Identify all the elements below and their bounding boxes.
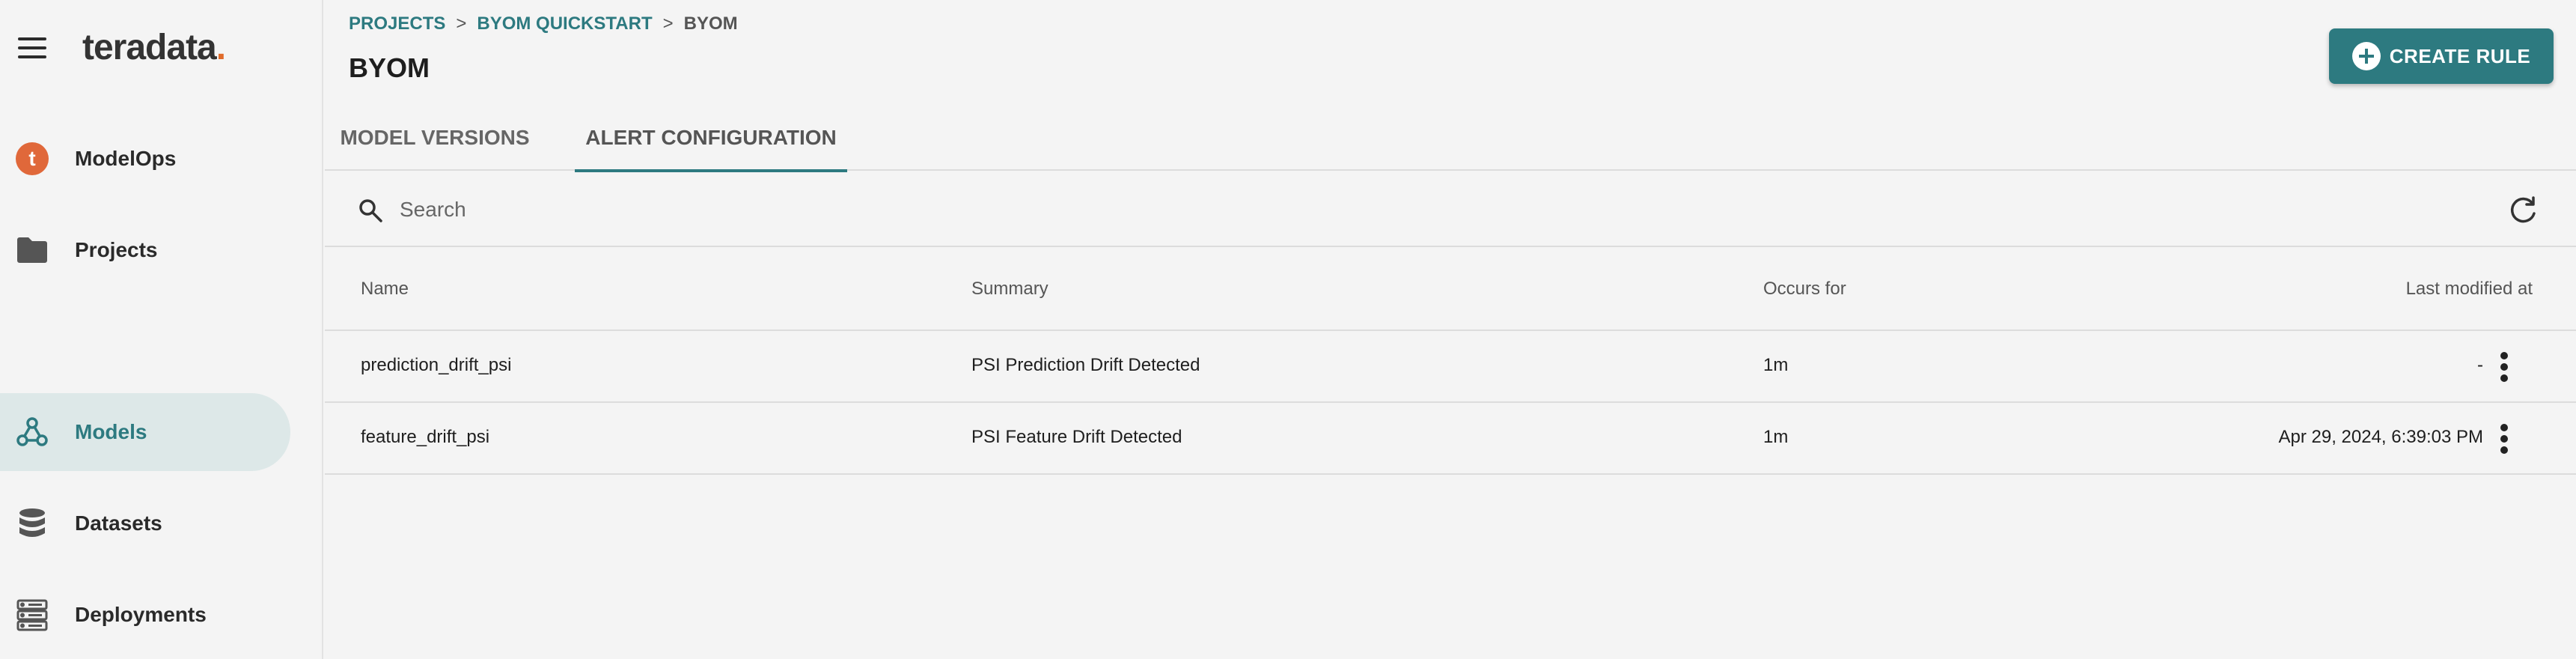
refresh-icon[interactable] [2506, 193, 2540, 228]
tab-bar: MODEL VERSIONS ALERT CONFIGURATION [325, 105, 2576, 172]
sidebar-item-label: Models [75, 420, 147, 443]
cell-last-modified: - [2477, 355, 2483, 375]
alert-rules-table: Name Summary Occurs for Last modified at… [325, 249, 2576, 475]
database-icon [15, 506, 49, 541]
cell-summary: PSI Feature Drift Detected [971, 427, 1182, 447]
create-rule-label: CREATE RULE [2389, 44, 2531, 67]
cell-summary: PSI Prediction Drift Detected [971, 355, 1200, 375]
breadcrumb-current: BYOM [683, 13, 738, 34]
cell-occurs-for: 1m [1763, 427, 1789, 447]
breadcrumb: PROJECTS > BYOM QUICKSTART > BYOM [349, 13, 738, 34]
table-row[interactable]: prediction_drift_psi PSI Prediction Drif… [325, 331, 2576, 403]
column-header-occurs-for[interactable]: Occurs for [1763, 279, 1846, 300]
teradata-t-icon: t [15, 142, 49, 176]
column-header-summary[interactable]: Summary [971, 279, 1049, 300]
table-row[interactable]: feature_drift_psi PSI Feature Drift Dete… [325, 403, 2576, 475]
sidebar-item-projects[interactable]: Projects [0, 211, 290, 289]
table-header: Name Summary Occurs for Last modified at [325, 249, 2576, 331]
cell-last-modified: Apr 29, 2024, 6:39:03 PM [2278, 427, 2483, 447]
search-input[interactable] [400, 192, 2420, 228]
sidebar-item-datasets[interactable]: Datasets [0, 485, 290, 562]
page-title: BYOM [349, 52, 430, 83]
tab-model-versions[interactable]: MODEL VERSIONS [325, 105, 545, 171]
column-header-last-modified[interactable]: Last modified at [2308, 279, 2533, 300]
app-root: teradata. t ModelOps Projects Models Dat… [0, 0, 2576, 659]
tab-alert-configuration[interactable]: ALERT CONFIGURATION [575, 105, 847, 172]
search-bar [325, 172, 2576, 247]
sidebar-item-modelops[interactable]: t ModelOps [0, 120, 290, 198]
breadcrumb-separator: > [662, 13, 674, 34]
add-circle-icon [2351, 42, 2381, 70]
sidebar-item-deployments[interactable]: Deployments [0, 576, 290, 654]
webhook-icon [15, 415, 49, 449]
sidebar-item-label: ModelOps [75, 147, 177, 170]
main-content: PROJECTS > BYOM QUICKSTART > BYOM BYOM C… [325, 0, 2576, 659]
sidebar-item-label: Projects [75, 238, 158, 261]
server-icon [15, 598, 49, 632]
folder-icon [15, 233, 49, 267]
more-vert-icon[interactable] [2497, 349, 2512, 385]
breadcrumb-projects-link[interactable]: PROJECTS [349, 13, 445, 34]
sidebar-item-label: Deployments [75, 603, 207, 626]
breadcrumb-separator: > [456, 13, 467, 34]
breadcrumb-project-link[interactable]: BYOM QUICKSTART [477, 13, 652, 34]
cell-name: feature_drift_psi [361, 427, 490, 447]
search-icon [359, 199, 382, 222]
cell-name: prediction_drift_psi [361, 355, 512, 375]
sidebar-item-label: Datasets [75, 511, 162, 535]
sidebar-item-models[interactable]: Models [0, 393, 290, 471]
hamburger-menu-icon[interactable] [16, 34, 48, 61]
cell-occurs-for: 1m [1763, 355, 1789, 375]
teradata-logo: teradata. [82, 28, 226, 67]
column-header-name[interactable]: Name [361, 279, 409, 300]
sidebar: teradata. t ModelOps Projects Models Dat… [0, 0, 323, 659]
create-rule-button[interactable]: CREATE RULE [2329, 28, 2554, 84]
more-vert-icon[interactable] [2497, 421, 2512, 457]
